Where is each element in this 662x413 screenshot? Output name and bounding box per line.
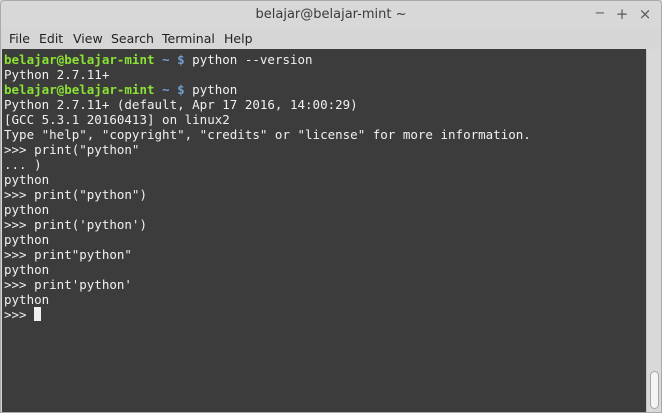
prompt-symbol: $ xyxy=(177,52,185,67)
terminal-line: >>> print("python") xyxy=(4,187,531,202)
output-text: python xyxy=(4,292,50,307)
output-text: ... ) xyxy=(4,157,42,172)
menu-help[interactable]: Help xyxy=(224,31,253,46)
terminal-line: belajar@belajar-mint ~ $ python xyxy=(4,82,531,97)
terminal-line: python xyxy=(4,292,531,307)
terminal-line: python xyxy=(4,262,531,277)
output-text: python xyxy=(4,172,50,187)
terminal-line: [GCC 5.3.1 20160413] on linux2 xyxy=(4,112,531,127)
terminal-line: Python 2.7.11+ xyxy=(4,67,531,82)
command-text: python xyxy=(192,82,238,97)
minimize-icon[interactable]: − xyxy=(591,5,609,23)
terminal-line: >>> print'python' xyxy=(4,277,531,292)
menu-edit[interactable]: Edit xyxy=(39,31,63,46)
terminal-line: Python 2.7.11+ (default, Apr 17 2016, 14… xyxy=(4,97,531,112)
prompt-user: belajar@belajar-mint xyxy=(4,52,155,67)
terminal-line: >>> print"python" xyxy=(4,247,531,262)
terminal-line: belajar@belajar-mint ~ $ python --versio… xyxy=(4,52,531,67)
prompt-path: ~ xyxy=(162,82,170,97)
menu-search[interactable]: Search xyxy=(111,31,154,46)
terminal-line: python xyxy=(4,202,531,217)
scrollbar-thumb[interactable] xyxy=(650,371,659,409)
output-text: >>> print("python" xyxy=(4,142,140,157)
output-text: Python 2.7.11+ (default, Apr 17 2016, 14… xyxy=(4,97,358,112)
output-text: >>> print('python') xyxy=(4,217,147,232)
prompt-symbol: $ xyxy=(177,82,185,97)
menu-file[interactable]: File xyxy=(9,31,30,46)
output-text: python xyxy=(4,202,50,217)
scrollbar[interactable] xyxy=(646,49,661,412)
output-text: Python 2.7.11+ xyxy=(4,67,110,82)
output-text: >>> print"python" xyxy=(4,247,132,262)
close-icon[interactable]: × xyxy=(636,5,654,23)
window-title: belajar@belajar-mint ~ xyxy=(255,7,407,22)
output-text: >>> print'python' xyxy=(4,277,132,292)
output-text: python xyxy=(4,262,50,277)
text-cursor xyxy=(34,307,42,321)
terminal-line: python xyxy=(4,232,531,247)
terminal-window: belajar@belajar-mint ~ − + × File Edit V… xyxy=(0,0,662,413)
repl-prompt: >>> xyxy=(4,307,35,322)
terminal-output[interactable]: belajar@belajar-mint ~ $ python --versio… xyxy=(2,49,646,412)
title-bar[interactable]: belajar@belajar-mint ~ − + × xyxy=(1,1,661,29)
terminal-line: ... ) xyxy=(4,157,531,172)
terminal-line: Type "help", "copyright", "credits" or "… xyxy=(4,127,531,142)
output-text: python xyxy=(4,232,50,247)
menu-terminal[interactable]: Terminal xyxy=(162,31,215,46)
terminal-line: python xyxy=(4,172,531,187)
output-text: [GCC 5.3.1 20160413] on linux2 xyxy=(4,112,230,127)
terminal-line: >>> print("python" xyxy=(4,142,531,157)
prompt-path: ~ xyxy=(162,52,170,67)
terminal-lines: belajar@belajar-mint ~ $ python --versio… xyxy=(4,52,531,322)
command-text: python --version xyxy=(192,52,313,67)
menu-view[interactable]: View xyxy=(73,31,103,46)
menu-bar: File Edit View Search Terminal Help xyxy=(1,29,661,49)
prompt-user: belajar@belajar-mint xyxy=(4,82,155,97)
output-text: >>> print("python") xyxy=(4,187,147,202)
terminal-line: >>> print('python') xyxy=(4,217,531,232)
output-text: Type "help", "copyright", "credits" or "… xyxy=(4,127,531,142)
terminal-line: >>> xyxy=(4,307,531,322)
maximize-icon[interactable]: + xyxy=(613,5,631,23)
